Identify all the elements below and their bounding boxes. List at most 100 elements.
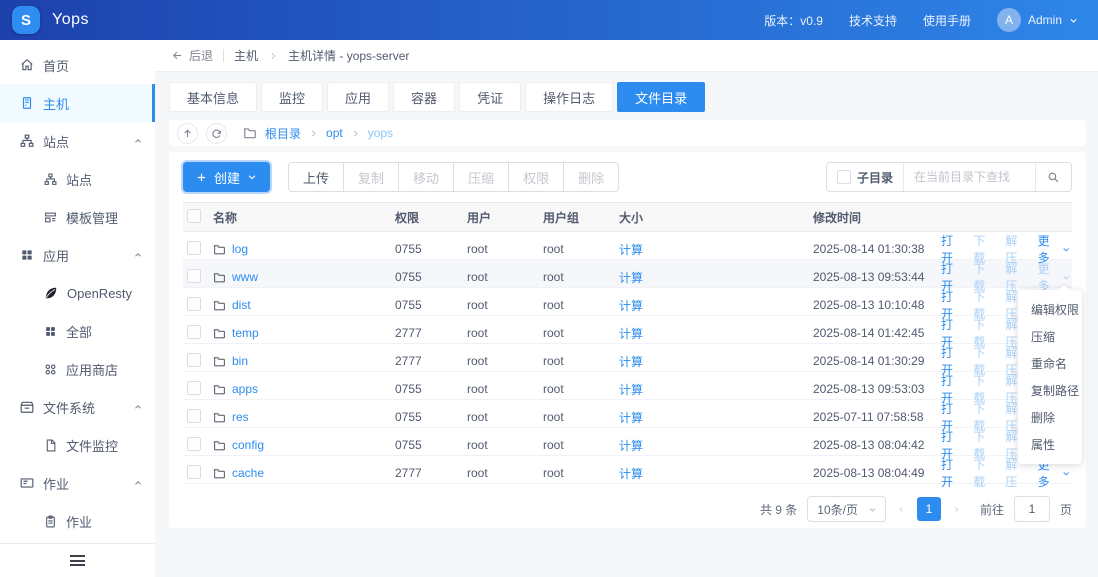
tab-credentials[interactable]: 凭证 xyxy=(459,82,522,112)
sidebar-group-sites[interactable]: 站点 xyxy=(0,122,155,160)
sidebar-item-hosts[interactable]: 主机 xyxy=(0,84,155,122)
row-checkbox[interactable] xyxy=(187,352,201,367)
file-name-link[interactable]: config xyxy=(232,438,264,452)
file-browser-panel: 创建 上传 复制 移动 压缩 权限 删除 子目录 在当前目录下查找 名称 权限 … xyxy=(169,152,1086,528)
page-size-select[interactable]: 10条/页 xyxy=(807,496,886,522)
goto-page-input[interactable] xyxy=(1013,496,1050,522)
menu-item-rename[interactable]: 重命名 xyxy=(1018,350,1082,377)
row-checkbox[interactable] xyxy=(187,324,201,339)
move-button[interactable]: 移动 xyxy=(398,162,455,192)
chevron-down-icon xyxy=(1063,247,1069,252)
sidebar: 首页 主机 站点 站点 模板管理 应用 OpenResty 全部 应用商店 文件… xyxy=(0,40,155,577)
sidebar-item-templates[interactable]: 模板管理 xyxy=(0,198,155,236)
compute-size-link[interactable]: 计算 xyxy=(619,383,643,397)
search-button[interactable] xyxy=(1035,163,1071,191)
compute-size-link[interactable]: 计算 xyxy=(619,271,643,285)
sidebar-item-home[interactable]: 首页 xyxy=(0,46,155,84)
path-segment-root[interactable]: 根目录 xyxy=(265,125,301,142)
sidebar-item-app-store[interactable]: 应用商店 xyxy=(0,350,155,388)
delete-button[interactable]: 删除 xyxy=(563,162,620,192)
col-permission: 权限 xyxy=(395,210,420,225)
file-name-link[interactable]: bin xyxy=(232,354,248,368)
refresh-button[interactable] xyxy=(206,122,227,144)
support-link[interactable]: 技术支持 xyxy=(849,12,897,29)
upload-button[interactable]: 上传 xyxy=(288,162,345,192)
file-name-link[interactable]: res xyxy=(232,410,249,424)
menu-item-edit-permissions[interactable]: 编辑权限 xyxy=(1018,296,1082,323)
file-name-link[interactable]: cache xyxy=(232,466,264,480)
sidebar-item-label: 首页 xyxy=(43,58,70,74)
path-bar: 根目录 opt yops xyxy=(169,120,1086,146)
plus-icon xyxy=(197,173,206,181)
divider xyxy=(223,49,225,62)
col-group: 用户组 xyxy=(543,210,580,225)
app-store-icon xyxy=(45,364,56,374)
chevron-right-icon xyxy=(353,129,358,137)
row-checkbox[interactable] xyxy=(187,296,201,311)
search-input[interactable] xyxy=(903,163,1035,191)
compute-size-link[interactable]: 计算 xyxy=(619,299,643,313)
row-action-download[interactable]: 下载 xyxy=(973,456,995,490)
go-up-button[interactable] xyxy=(177,122,198,144)
breadcrumb-hosts[interactable]: 主机 xyxy=(234,47,258,64)
path-segment-opt[interactable]: opt xyxy=(326,126,343,140)
menu-item-copy-path[interactable]: 复制路径 xyxy=(1018,377,1082,404)
tab-basic-info[interactable]: 基本信息 xyxy=(169,82,258,112)
sidebar-item-openresty[interactable]: OpenResty xyxy=(0,274,155,312)
sidebar-group-apps[interactable]: 应用 xyxy=(0,236,155,274)
tab-monitoring[interactable]: 监控 xyxy=(261,82,324,112)
page-unit: 页 xyxy=(1059,502,1072,517)
file-toolbar: 创建 上传 复制 移动 压缩 权限 删除 子目录 xyxy=(183,162,1072,192)
more-actions-menu: 编辑权限 压缩 重命名 复制路径 删除 属性 xyxy=(1018,290,1082,464)
compute-size-link[interactable]: 计算 xyxy=(619,243,643,257)
compute-size-link[interactable]: 计算 xyxy=(619,355,643,369)
file-name-link[interactable]: apps xyxy=(232,382,258,396)
template-icon xyxy=(45,212,56,222)
compute-size-link[interactable]: 计算 xyxy=(619,467,643,481)
next-page-icon[interactable] xyxy=(951,504,962,515)
prev-page-icon[interactable] xyxy=(896,504,907,515)
sidebar-item-sites[interactable]: 站点 xyxy=(0,160,155,198)
create-button[interactable]: 创建 xyxy=(183,162,271,192)
compute-size-link[interactable]: 计算 xyxy=(619,439,643,453)
compress-button[interactable]: 压缩 xyxy=(453,162,510,192)
sidebar-group-filesystem[interactable]: 文件系统 xyxy=(0,388,155,426)
sidebar-group-label: 作业 xyxy=(43,476,70,492)
sidebar-item-jobs[interactable]: 作业 xyxy=(0,502,155,540)
sidebar-item-label: 主机 xyxy=(43,96,70,112)
menu-item-properties[interactable]: 属性 xyxy=(1018,431,1082,458)
sidebar-item-all-apps[interactable]: 全部 xyxy=(0,312,155,350)
user-menu[interactable]: A Admin xyxy=(996,8,1078,32)
sidebar-item-label: 文件监控 xyxy=(66,438,119,454)
select-all-checkbox[interactable] xyxy=(187,208,201,223)
page-number-1[interactable]: 1 xyxy=(916,497,941,521)
file-name-link[interactable]: temp xyxy=(232,326,259,340)
tab-applications[interactable]: 应用 xyxy=(327,82,390,112)
row-action-open[interactable]: 打开 xyxy=(941,456,963,490)
sidebar-group-jobs[interactable]: 作业 xyxy=(0,464,155,502)
permissions-button[interactable]: 权限 xyxy=(508,162,565,192)
row-checkbox[interactable] xyxy=(187,268,201,283)
menu-item-delete[interactable]: 删除 xyxy=(1018,404,1082,431)
compute-size-link[interactable]: 计算 xyxy=(619,411,643,425)
row-checkbox[interactable] xyxy=(187,408,201,423)
sidebar-collapse-button[interactable] xyxy=(0,543,155,577)
compute-size-link[interactable]: 计算 xyxy=(619,327,643,341)
tab-containers[interactable]: 容器 xyxy=(393,82,456,112)
copy-button[interactable]: 复制 xyxy=(343,162,400,192)
menu-item-compress[interactable]: 压缩 xyxy=(1018,323,1082,350)
file-name-link[interactable]: dist xyxy=(232,298,251,312)
tab-file-directory[interactable]: 文件目录 xyxy=(617,82,706,112)
sidebar-item-label: 全部 xyxy=(66,324,93,340)
row-checkbox[interactable] xyxy=(187,380,201,395)
row-checkbox[interactable] xyxy=(187,436,201,451)
row-checkbox[interactable] xyxy=(187,240,201,255)
tab-operation-log[interactable]: 操作日志 xyxy=(525,82,614,112)
subdir-checkbox[interactable] xyxy=(837,170,851,184)
sidebar-item-file-monitor[interactable]: 文件监控 xyxy=(0,426,155,464)
file-name-link[interactable]: www xyxy=(232,270,258,284)
manual-link[interactable]: 使用手册 xyxy=(923,12,971,29)
back-button[interactable]: 后退 xyxy=(171,47,213,64)
row-checkbox[interactable] xyxy=(187,464,201,479)
file-name-link[interactable]: log xyxy=(232,242,248,256)
